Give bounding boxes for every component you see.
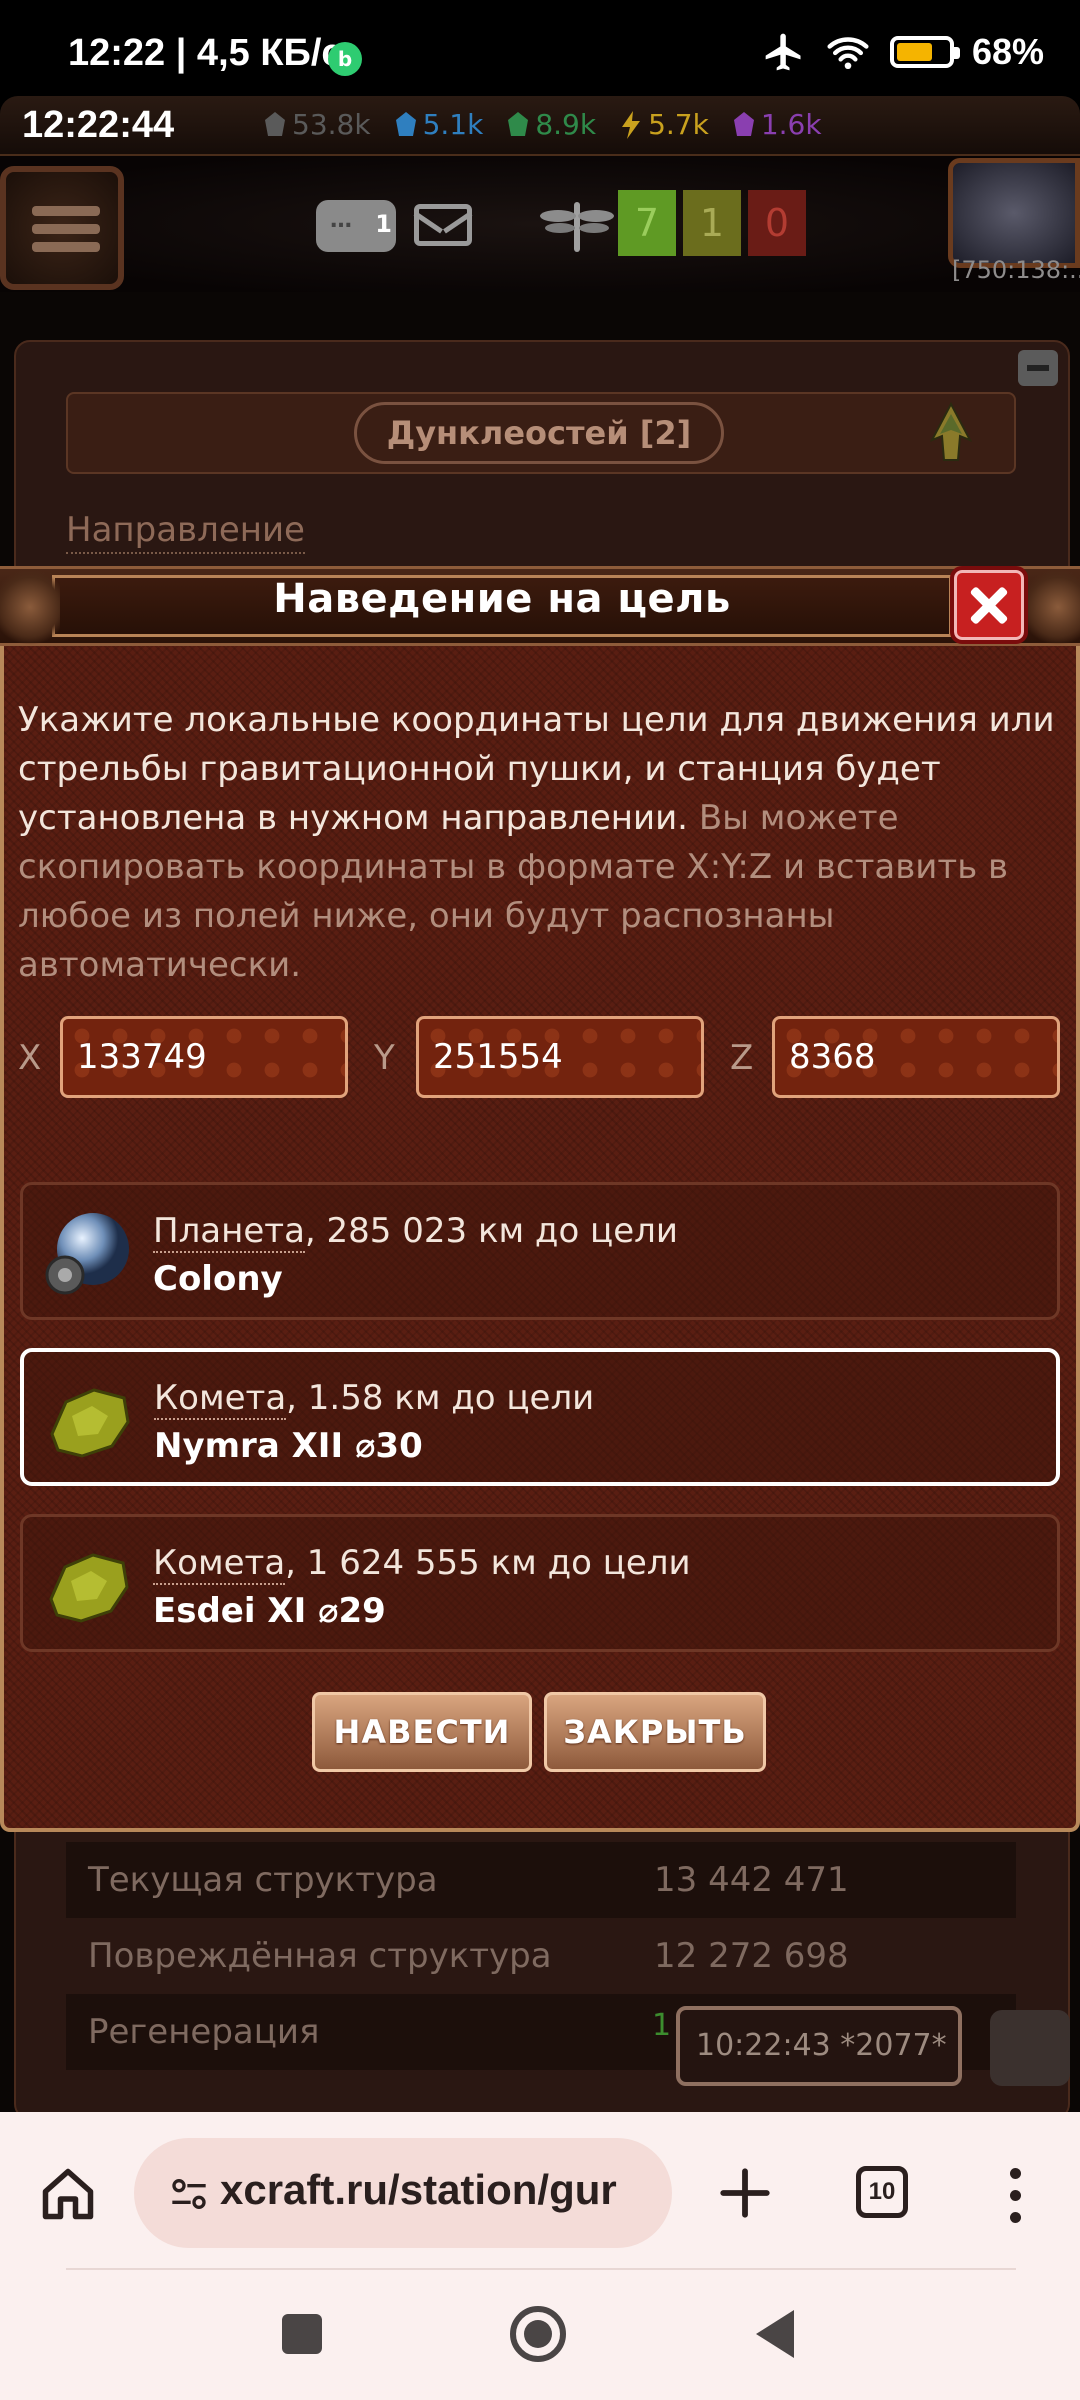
close-icon[interactable] — [950, 566, 1028, 644]
gray-button[interactable] — [990, 2010, 1070, 2086]
z-label: Z — [730, 1038, 754, 1078]
resource-crystal: 5.1k — [393, 108, 484, 141]
counter-red[interactable]: 0 — [748, 190, 806, 256]
target-kind: Планета — [153, 1211, 305, 1253]
stats-label: Регенерация — [88, 2012, 320, 2052]
site-settings-icon[interactable] — [168, 2174, 210, 2214]
planet-icon — [45, 1213, 129, 1295]
comet-icon — [50, 1388, 130, 1458]
target-distance: , 1.58 км до цели — [286, 1378, 595, 1418]
battery-icon — [889, 36, 960, 68]
avatar[interactable] — [948, 158, 1080, 268]
stats-row: Текущая структура 13 442 471 — [66, 1842, 1016, 1918]
more-options-icon[interactable] — [1000, 2166, 1030, 2226]
airplane-mode-icon — [765, 33, 801, 71]
counter-green[interactable]: 7 — [618, 190, 676, 256]
resource-metal: 53.8k — [262, 108, 371, 141]
ship-icon — [929, 401, 973, 461]
resource-value: 5.1k — [422, 108, 484, 141]
target-card[interactable]: Комета, 1 624 555 км до цели Esdei XI ⌀29 — [20, 1514, 1060, 1652]
target-info: Комета, 1.58 км до цели — [154, 1378, 595, 1420]
y-coordinate-input[interactable] — [416, 1016, 704, 1098]
target-info: Комета, 1 624 555 км до цели — [153, 1543, 691, 1585]
metal-icon — [265, 111, 285, 136]
target-card[interactable]: Комета, 1.58 км до цели Nymra XII ⌀30 — [20, 1348, 1060, 1486]
resource-value: 1.6k — [760, 108, 822, 141]
chat-badge: 1 — [375, 210, 392, 238]
stats-row: Повреждённая структура 12 272 698 — [66, 1918, 1016, 1994]
player-coords: [750:138:... — [952, 256, 1080, 284]
deuterium-icon — [508, 111, 529, 136]
target-card[interactable]: Планета, 285 023 км до цели Colony — [20, 1182, 1060, 1320]
minimize-button[interactable] — [1018, 350, 1058, 386]
z-coordinate-input[interactable] — [772, 1016, 1060, 1098]
resource-value: 8.9k — [535, 108, 597, 141]
stats-value: 12 272 698 — [654, 1936, 849, 1976]
ship-name[interactable]: Дунклеостей [2] — [354, 402, 724, 464]
aim-button[interactable]: НАВЕСТИ — [312, 1692, 532, 1772]
recents-icon[interactable] — [282, 2314, 322, 2354]
new-tab-icon[interactable] — [716, 2164, 774, 2222]
dark-matter-icon — [733, 111, 754, 136]
target-name: Nymra XII ⌀30 — [154, 1426, 423, 1466]
url-text: xcraft.ru/station/gur — [220, 2166, 617, 2213]
resource-bar: 12:22:44 53.8k 5.1k 8.9k 5.7k 1.6k — [0, 96, 1080, 156]
toolbar-divider — [66, 2268, 1016, 2270]
resource-deuterium: 8.9k — [505, 108, 596, 141]
x-coordinate-input[interactable] — [60, 1016, 348, 1098]
back-icon[interactable] — [756, 2310, 794, 2358]
target-kind: Комета — [154, 1378, 287, 1420]
counter-olive[interactable]: 1 — [683, 190, 741, 256]
home-icon[interactable] — [38, 2164, 98, 2224]
target-info: Планета, 285 023 км до цели — [153, 1211, 678, 1253]
stats-value: 13 442 471 — [654, 1860, 849, 1900]
regen-value: 1 — [652, 2008, 672, 2043]
status-icons: 68% — [762, 30, 1044, 74]
resource-value: 5.7k — [648, 108, 709, 141]
target-distance: , 1 624 555 км до цели — [285, 1543, 691, 1583]
game-header: … 1 7 1 0 [750:138:... — [0, 156, 1080, 292]
y-label: Y — [374, 1038, 395, 1078]
wifi-icon — [827, 37, 869, 70]
status-time: 12:22 | 4,5 КБ/с — [68, 32, 343, 74]
resource-list: 53.8k 5.1k 8.9k 5.7k 1.6k — [262, 108, 822, 141]
stats-label: Повреждённая структура — [88, 1936, 552, 1976]
resource-energy: 5.7k — [618, 108, 709, 141]
crystal-icon — [395, 111, 416, 136]
target-kind: Комета — [153, 1543, 286, 1585]
resource-value: 53.8k — [292, 108, 371, 141]
target-distance: , 285 023 км до цели — [304, 1211, 678, 1251]
corner-ornament-right — [1028, 562, 1080, 652]
modal-description: Укажите локальные координаты цели для дв… — [18, 696, 1058, 990]
resource-dark-matter: 1.6k — [731, 108, 822, 141]
x-label: X — [18, 1038, 42, 1078]
tab-switcher-icon[interactable]: 10 — [856, 2166, 908, 2218]
target-name: Esdei XI ⌀29 — [153, 1591, 386, 1631]
menu-button[interactable] — [0, 166, 124, 290]
battery-level-fill — [896, 43, 932, 61]
energy-icon — [622, 110, 641, 139]
game-clock: 12:22:44 — [22, 104, 175, 146]
mail-icon[interactable] — [414, 204, 472, 246]
chat-icon[interactable]: … 1 — [316, 200, 396, 252]
dragonfly-icon[interactable] — [540, 198, 614, 254]
direction-label: Направление — [66, 510, 305, 554]
description-main: Укажите локальные координаты цели для дв… — [18, 700, 1055, 838]
address-bar[interactable]: xcraft.ru/station/gur — [134, 2138, 672, 2248]
close-button[interactable]: ЗАКРЫТЬ — [544, 1692, 766, 1772]
comet-icon — [49, 1553, 129, 1623]
app-notification-icon: b — [328, 42, 362, 76]
timer-box: 10:22:43 *2077* — [676, 2006, 962, 2086]
home-nav-icon[interactable] — [510, 2306, 566, 2362]
corner-ornament-left — [0, 562, 60, 652]
target-name: Colony — [153, 1259, 283, 1299]
modal-title: Наведение на цель — [273, 576, 731, 622]
battery-percent: 68% — [971, 31, 1044, 72]
stats-label: Текущая структура — [88, 1860, 438, 1900]
